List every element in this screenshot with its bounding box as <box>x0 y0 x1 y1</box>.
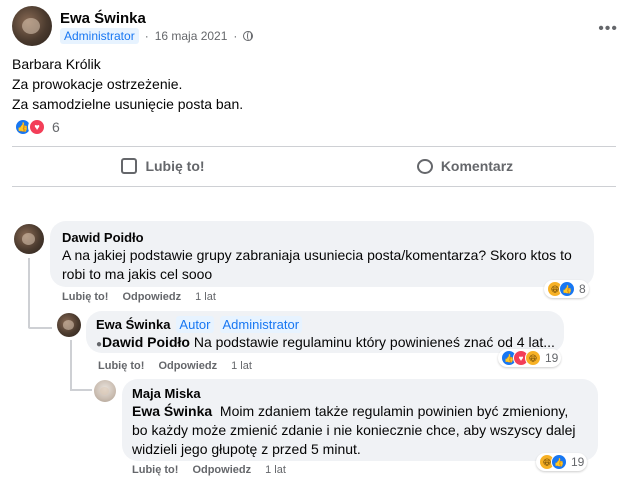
comment-author-name[interactable]: Ewa Świnka <box>96 316 170 333</box>
reaction-count: 8 <box>579 282 586 296</box>
post-author-avatar[interactable] <box>12 6 52 46</box>
like-button[interactable]: Lubię to! <box>12 150 314 182</box>
post-meta: Administrator · 16 maja 2021 · <box>60 28 254 44</box>
role-badge: Administrator <box>60 28 139 44</box>
post-line: Za samodzielne usunięcie posta ban. <box>12 96 244 112</box>
thread-line <box>28 258 30 328</box>
comment-like-button[interactable]: Lubię to! <box>98 360 144 372</box>
author-badge: Autor <box>176 316 214 333</box>
reaction-count: 19 <box>545 351 559 365</box>
comment-like-button[interactable]: Lubię to! <box>132 464 178 476</box>
comment-time[interactable]: 1 lat <box>231 360 252 372</box>
comment-reactions[interactable]: 👍 ♥ 😆 19 <box>498 349 562 367</box>
commenter-avatar[interactable] <box>94 380 116 402</box>
globe-icon <box>243 31 254 41</box>
post-date[interactable]: 16 maja 2021 <box>155 29 228 43</box>
comment-author[interactable]: Maja Miska <box>132 385 588 402</box>
comment-text: ●Dawid Poidło Na podstawie regulaminu kt… <box>96 333 555 354</box>
divider <box>12 146 616 147</box>
comment-reactions[interactable]: 😆 👍 19 <box>536 453 588 471</box>
comment-text: bo każdy może zmienić zdanie i nie konie… <box>132 422 576 438</box>
more-icon[interactable]: ••• <box>598 20 618 38</box>
comment-actions: Lubię to! Odpowiedz 1 lat <box>98 360 252 372</box>
comment-text-body: Na podstawie regulaminu który powinieneś… <box>189 334 555 350</box>
comment-author: Ewa Świnka Autor Administrator <box>96 316 554 333</box>
comment-time[interactable]: 1 lat <box>265 464 286 476</box>
love-icon: ♥ <box>28 118 46 136</box>
comment-icon <box>416 158 433 174</box>
post-author-name[interactable]: Ewa Świnka <box>60 10 146 27</box>
thread-line <box>70 389 92 391</box>
comment-bubble: Ewa Świnka Autor Administrator ●Dawid Po… <box>86 311 564 353</box>
thumb-up-icon <box>121 158 138 174</box>
like-icon: 👍 <box>551 454 567 470</box>
comment-actions: Lubię to! Odpowiedz 1 lat <box>62 291 216 303</box>
separator-dot: · <box>233 29 238 43</box>
comment-bubble: Maja Miska Ewa Świnka Moim zdaniem także… <box>122 379 598 461</box>
like-label: Lubię to! <box>145 158 205 174</box>
comment-bubble: Dawid Poidło A na jakiej podstawie grupy… <box>50 221 594 287</box>
comment-text: widzieli jego głupotę z przed 5 minut. <box>132 441 361 457</box>
comment-reply-button[interactable]: Odpowiedz <box>192 464 251 476</box>
thread-line <box>28 327 52 329</box>
comment-reply-button[interactable]: Odpowiedz <box>158 360 217 372</box>
commenter-avatar[interactable] <box>57 313 81 337</box>
comment-time[interactable]: 1 lat <box>195 291 216 303</box>
post-reactions[interactable]: 👍 ♥ 6 <box>14 118 60 136</box>
comment-text: A na jakiej podstawie grupy zabraniaja u… <box>62 247 572 263</box>
comment-like-button[interactable]: Lubię to! <box>62 291 108 303</box>
comment-button[interactable]: Komentarz <box>314 150 616 182</box>
comment-text-body: Moim zdaniem także regulamin powinien by… <box>212 403 569 419</box>
role-badge: Administrator <box>219 316 303 333</box>
divider <box>12 186 616 187</box>
comment-actions: Lubię to! Odpowiedz 1 lat <box>132 464 286 476</box>
reaction-count: 6 <box>52 119 60 135</box>
comment-text: Ewa Świnka Moim zdaniem także regulamin … <box>132 402 588 421</box>
comment-author[interactable]: Dawid Poidło <box>62 229 582 246</box>
mention[interactable]: Dawid Poidło <box>102 334 190 350</box>
comment-text: robi to ma jakis cel sooo <box>62 266 213 282</box>
post-line: Za prowokacje ostrzeżenie. <box>12 76 183 92</box>
post-line: Barbara Królik <box>12 56 101 72</box>
thread-line <box>70 340 72 390</box>
separator-dot: · <box>144 29 149 43</box>
reaction-count: 19 <box>571 455 585 469</box>
like-icon: 👍 <box>559 281 575 297</box>
commenter-avatar[interactable] <box>14 224 44 254</box>
post-action-bar: Lubię to! Komentarz <box>12 150 616 182</box>
mention[interactable]: Ewa Świnka <box>132 403 212 419</box>
haha-icon: 😆 <box>525 350 541 366</box>
comment-reply-button[interactable]: Odpowiedz <box>122 291 181 303</box>
post-text: Barbara Królik Za prowokacje ostrzeżenie… <box>12 54 243 114</box>
comment-label: Komentarz <box>440 158 514 174</box>
comment-reactions[interactable]: 😆 👍 8 <box>544 280 589 298</box>
